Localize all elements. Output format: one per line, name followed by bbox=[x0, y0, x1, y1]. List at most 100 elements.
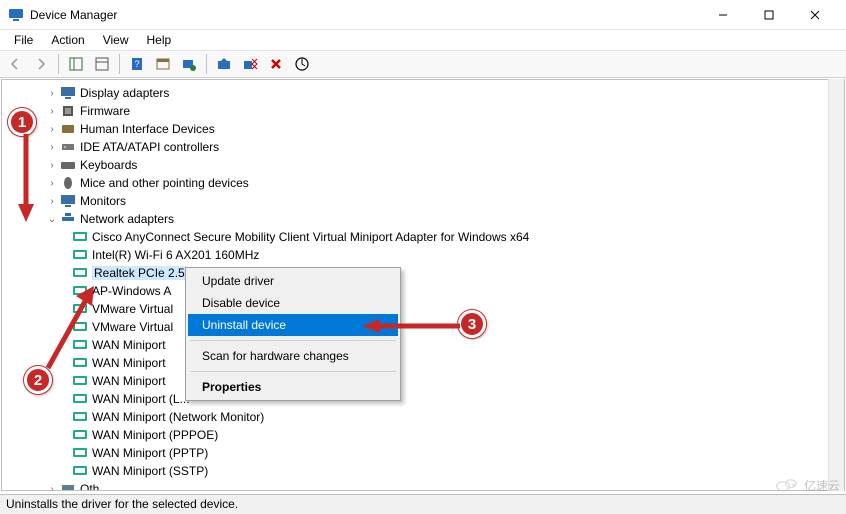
uninstall-button[interactable] bbox=[239, 53, 261, 75]
annotation-bubble-1: 1 bbox=[8, 108, 36, 136]
device-row[interactable]: WAN Miniport (Network Monitor) bbox=[2, 408, 844, 426]
annotation-arrow-3 bbox=[360, 318, 460, 334]
forward-button[interactable] bbox=[30, 53, 52, 75]
ctx-update-driver[interactable]: Update driver bbox=[188, 270, 398, 292]
ctx-disable-device[interactable]: Disable device bbox=[188, 292, 398, 314]
tree-category[interactable]: › Mice and other pointing devices bbox=[2, 174, 844, 192]
hid-icon bbox=[60, 121, 76, 137]
chevron-right-icon[interactable]: › bbox=[46, 178, 58, 189]
device-label: WAN Miniport bbox=[92, 374, 166, 388]
device-label: WAN Miniport (L... bbox=[92, 392, 190, 406]
status-text: Uninstalls the driver for the selected d… bbox=[6, 497, 238, 511]
keyboard-icon bbox=[60, 157, 76, 173]
device-label: AP-Windows A bbox=[92, 284, 171, 298]
device-label: VMware Virtual bbox=[92, 302, 173, 316]
chip-icon bbox=[60, 103, 76, 119]
toolbar-separator bbox=[58, 54, 59, 74]
device-row[interactable]: AP-Windows A bbox=[2, 282, 844, 300]
device-label: WAN Miniport bbox=[92, 356, 166, 370]
network-adapter-icon bbox=[72, 427, 88, 443]
menu-action[interactable]: Action bbox=[43, 31, 92, 49]
device-row-selected[interactable]: Realtek PCIe 2.5 bbox=[2, 264, 844, 282]
action-button[interactable] bbox=[152, 53, 174, 75]
device-tree[interactable]: › Display adapters › Firmware › Human Inter… bbox=[1, 79, 845, 491]
device-label: Realtek PCIe 2.5 bbox=[94, 266, 185, 280]
annotation-bubble-3: 3 bbox=[458, 310, 486, 338]
annotation-arrow-2 bbox=[42, 282, 102, 374]
chevron-right-icon[interactable]: › bbox=[46, 106, 58, 117]
category-label: Display adapters bbox=[80, 86, 169, 100]
maximize-button[interactable] bbox=[746, 0, 792, 30]
scan-button[interactable] bbox=[178, 53, 200, 75]
chevron-right-icon[interactable]: › bbox=[46, 196, 58, 207]
network-adapter-icon bbox=[72, 247, 88, 263]
chevron-right-icon[interactable]: › bbox=[46, 142, 58, 153]
ctx-separator bbox=[190, 340, 396, 341]
watermark-text: 亿速云 bbox=[804, 477, 840, 494]
category-label: Firmware bbox=[80, 104, 130, 118]
device-row[interactable]: Intel(R) Wi-Fi 6 AX201 160MHz bbox=[2, 246, 844, 264]
network-adapter-icon bbox=[72, 463, 88, 479]
tree-category[interactable]: › Display adapters bbox=[2, 84, 844, 102]
chevron-right-icon[interactable]: › bbox=[46, 484, 58, 492]
ctx-scan-hardware[interactable]: Scan for hardware changes bbox=[188, 345, 398, 367]
device-label: WAN Miniport (Network Monitor) bbox=[92, 410, 264, 424]
scrollbar-vertical[interactable] bbox=[828, 79, 844, 491]
tree-category[interactable]: ›Monitors bbox=[2, 192, 844, 210]
device-label: WAN Miniport (SSTP) bbox=[92, 464, 208, 478]
category-label: Human Interface Devices bbox=[80, 122, 215, 136]
category-label: IDE ATA/ATAPI controllers bbox=[80, 140, 219, 154]
disable-button[interactable] bbox=[265, 53, 287, 75]
device-row[interactable]: WAN Miniport bbox=[2, 372, 844, 390]
category-label: Keyboards bbox=[80, 158, 137, 172]
device-row[interactable]: WAN Miniport (PPPOE) bbox=[2, 426, 844, 444]
menu-view[interactable]: View bbox=[95, 31, 137, 49]
enable-button[interactable] bbox=[291, 53, 313, 75]
device-row[interactable]: WAN Miniport bbox=[2, 354, 844, 372]
network-adapter-icon bbox=[72, 229, 88, 245]
chevron-right-icon[interactable]: › bbox=[46, 88, 58, 99]
device-row[interactable]: VMware Virtual bbox=[2, 300, 844, 318]
device-row[interactable]: WAN Miniport (L... bbox=[2, 390, 844, 408]
tree-category[interactable]: › Keyboards bbox=[2, 156, 844, 174]
device-row[interactable]: WAN Miniport bbox=[2, 336, 844, 354]
app-icon bbox=[8, 7, 24, 23]
help-button[interactable]: ? bbox=[126, 53, 148, 75]
annotation-arrow-1 bbox=[16, 134, 36, 224]
ctx-properties[interactable]: Properties bbox=[188, 376, 398, 398]
mouse-icon bbox=[60, 175, 76, 191]
tree-category-network[interactable]: ⌄ Network adapters bbox=[2, 210, 844, 228]
close-button[interactable] bbox=[792, 0, 838, 30]
tree-category[interactable]: › IDE ATA/ATAPI controllers bbox=[2, 138, 844, 156]
tree-category[interactable]: › Human Interface Devices bbox=[2, 120, 844, 138]
properties-button[interactable] bbox=[91, 53, 113, 75]
network-adapter-icon bbox=[72, 265, 88, 281]
tree-category[interactable]: › Firmware bbox=[2, 102, 844, 120]
back-button[interactable] bbox=[4, 53, 26, 75]
category-label: Network adapters bbox=[80, 212, 174, 226]
chevron-down-icon[interactable]: ⌄ bbox=[46, 214, 58, 225]
menu-file[interactable]: File bbox=[6, 31, 41, 49]
toolbar-separator bbox=[206, 54, 207, 74]
device-label: WAN Miniport (PPTP) bbox=[92, 446, 208, 460]
minimize-button[interactable] bbox=[700, 0, 746, 30]
tree-category[interactable]: ›Oth bbox=[2, 480, 844, 491]
monitor-icon bbox=[60, 193, 76, 209]
update-driver-button[interactable] bbox=[213, 53, 235, 75]
menu-help[interactable]: Help bbox=[139, 31, 180, 49]
window-title: Device Manager bbox=[30, 8, 700, 22]
device-row[interactable]: Cisco AnyConnect Secure Mobility Client … bbox=[2, 228, 844, 246]
device-label: WAN Miniport (PPPOE) bbox=[92, 428, 218, 442]
chevron-right-icon[interactable]: › bbox=[46, 124, 58, 135]
titlebar: Device Manager bbox=[0, 0, 846, 30]
device-row[interactable]: WAN Miniport (SSTP) bbox=[2, 462, 844, 480]
device-row[interactable]: WAN Miniport (PPTP) bbox=[2, 444, 844, 462]
category-label: Mice and other pointing devices bbox=[80, 176, 249, 190]
svg-text:?: ? bbox=[134, 59, 139, 69]
chevron-right-icon[interactable]: › bbox=[46, 160, 58, 171]
generic-icon bbox=[60, 481, 76, 491]
show-hide-tree-button[interactable] bbox=[65, 53, 87, 75]
network-adapter-icon bbox=[72, 391, 88, 407]
device-label: Cisco AnyConnect Secure Mobility Client … bbox=[92, 230, 529, 244]
network-icon bbox=[60, 211, 76, 227]
